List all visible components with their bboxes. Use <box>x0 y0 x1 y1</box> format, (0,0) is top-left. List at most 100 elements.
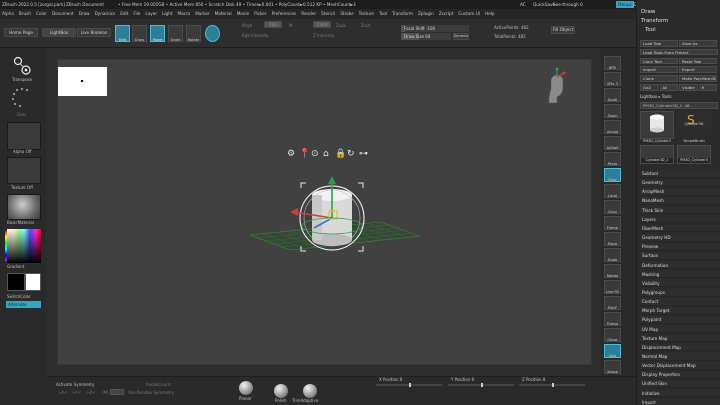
tool-paste-tool-button[interactable]: Paste Tool <box>679 57 717 65</box>
focal-shift-slider[interactable]: Focal Shift -100 <box>401 25 469 32</box>
symmetry-y-toggle[interactable]: >Y< <box>72 390 81 395</box>
activate-symmetry-button[interactable]: Activate Symmetry <box>56 382 94 387</box>
tool-all-button[interactable]: All <box>659 84 678 91</box>
switch-color-button[interactable]: SwitchColor <box>7 294 31 299</box>
subpalette-fibermesh[interactable]: FiberMesh <box>640 224 720 233</box>
tool-frame-button[interactable]: Frame <box>604 216 621 230</box>
tool-line-fill-button[interactable]: Line Fill <box>604 280 621 294</box>
subpalette-displacement-map[interactable]: Displacement Map <box>640 343 720 352</box>
tool-clone-button[interactable]: Clone <box>640 75 678 82</box>
tool-bpr-button[interactable]: BPR <box>604 56 621 70</box>
live-boolean-button[interactable]: Live Boolean <box>77 28 111 37</box>
tool-solo-button[interactable]: Solo <box>604 344 621 358</box>
subpalette-surface[interactable]: Surface <box>640 252 720 260</box>
main-color-swatch[interactable] <box>7 273 25 291</box>
subpalette-vector-displacement-map[interactable]: Vector Displacement Map <box>640 362 720 370</box>
zsub-toggle[interactable]: Zsub <box>336 23 346 28</box>
edit-mode-button[interactable]: Edit <box>115 25 130 42</box>
tool-floor-button[interactable]: Floor <box>604 168 621 182</box>
transpose-brush-icon[interactable] <box>11 55 33 77</box>
tool-move-button[interactable]: Move <box>604 232 621 246</box>
texture-slot[interactable] <box>7 157 41 184</box>
tool-ghost-button[interactable]: Ghost <box>604 328 621 342</box>
tool-copy-tool-button[interactable]: Copy Tool <box>640 57 678 65</box>
subpalette-geometry[interactable]: Geometry <box>640 179 720 187</box>
menu-document[interactable]: Document <box>52 11 74 16</box>
menu-alpha[interactable]: Alpha <box>2 11 14 16</box>
subpalette-uv-map[interactable]: UV Map <box>640 325 720 334</box>
alternate-button[interactable]: Alternate <box>6 301 41 308</box>
tool-scroll-button[interactable]: Scroll <box>604 88 621 102</box>
tool-rotate-button[interactable]: Rotate <box>604 264 621 278</box>
dynamic-button[interactable]: Dynamic <box>453 33 469 40</box>
y-position-track[interactable] <box>448 383 514 387</box>
menu-picker[interactable]: Picker <box>254 11 266 16</box>
menu-material[interactable]: Material <box>215 11 232 16</box>
tool-xpose-button[interactable]: Xpose <box>604 360 621 374</box>
home-page-button[interactable]: Home Page <box>4 28 38 37</box>
move-mode-button[interactable]: Move <box>150 25 165 42</box>
menu-zscript[interactable]: Zscript <box>439 11 454 16</box>
quicksave-button[interactable]: QuickSave <box>533 0 555 9</box>
subpalette-masking[interactable]: Masking <box>640 270 720 279</box>
rgb-intensity-slider[interactable]: Rgb Intensity <box>242 33 269 38</box>
tool-persp-button[interactable]: Persp <box>604 152 621 166</box>
menu-light[interactable]: Light <box>162 11 172 16</box>
tool-load-tool-button[interactable]: Load Tool <box>640 40 678 47</box>
subpalette-thick-skin[interactable]: Thick Skin <box>640 206 720 215</box>
tool-transp-button[interactable]: Transp <box>604 312 621 326</box>
tool-actual-button[interactable]: Actual <box>604 120 621 134</box>
lightbox-tools-button[interactable]: Lightbox ▸ Tools <box>640 94 710 99</box>
use-posable-symmetry-button[interactable]: Use Posable Symmetry <box>128 390 174 395</box>
tool-export-button[interactable]: Export <box>679 66 717 73</box>
menu-render[interactable]: Render <box>301 11 316 16</box>
tool-scale-button[interactable]: Scale <box>604 248 621 262</box>
y-position-slider[interactable]: Y Position 8 <box>451 377 474 382</box>
subpalette-deformation[interactable]: Deformation <box>640 261 720 270</box>
subpalette-unified-skin[interactable]: Unified Skin <box>640 380 720 389</box>
tool-zoom-button[interactable]: Zoom <box>604 104 621 118</box>
mrgb-toggle[interactable]: Mrgb <box>242 23 252 28</box>
subpalette-polygroups[interactable]: Polygroups <box>640 288 720 297</box>
menu-help[interactable]: Help <box>485 11 495 16</box>
menu-stroke[interactable]: Stroke <box>340 11 353 16</box>
tool-save-as-button[interactable]: Save As <box>679 40 717 47</box>
subpalette-texture-map[interactable]: Texture Map <box>640 334 720 343</box>
draw-mode-button[interactable]: Draw <box>132 25 147 42</box>
menu-tool[interactable]: Tool <box>379 11 387 16</box>
subpalette-initialize[interactable]: Initialize <box>640 389 720 398</box>
tool-visible-button[interactable]: Visible <box>679 84 698 91</box>
material-polish-swatch[interactable] <box>274 384 288 398</box>
hue-strip[interactable] <box>5 231 7 261</box>
tool-thumb-cylinder[interactable] <box>640 111 674 139</box>
scene-viewport[interactable] <box>58 60 593 366</box>
alpha-slot[interactable] <box>7 122 41 150</box>
rotate-mode-button[interactable]: Rotate <box>186 25 201 42</box>
dots-stroke-icon[interactable] <box>9 86 35 110</box>
subpalette-morph-target[interactable]: Morph Target <box>640 307 720 315</box>
z-intensity-slider[interactable]: Z Intensity <box>313 33 334 38</box>
gizmo-toggle-button[interactable] <box>205 25 220 42</box>
menu-draw[interactable]: Draw <box>79 11 90 16</box>
symmetry-z-toggle[interactable]: >Z< <box>86 390 95 395</box>
menus-button[interactable]: Menus <box>616 1 634 8</box>
menu-color[interactable]: Color <box>36 11 47 16</box>
tool-spix-3-button[interactable]: SPix 3 <box>604 72 621 86</box>
menu-transform[interactable]: Transform <box>392 11 413 16</box>
menu-zplugin[interactable]: Zplugin <box>418 11 434 16</box>
x-position-track[interactable] <box>376 383 442 387</box>
subpalette-geometry-hd[interactable]: Geometry HD <box>640 234 720 242</box>
menu-brush[interactable]: Brush <box>19 11 31 16</box>
menu-custom-ui[interactable]: Custom UI <box>458 11 480 16</box>
radial-count-slider[interactable]: RadialCount <box>146 382 170 387</box>
tool-load-tools-from-project-button[interactable]: Load Tools From Project <box>640 48 718 56</box>
subpalette-visibility[interactable]: Visibility <box>640 279 720 288</box>
tool-import-button[interactable]: Import <box>640 66 678 73</box>
menu-texture[interactable]: Texture <box>359 11 374 16</box>
zadd-toggle[interactable]: Zadd <box>313 21 331 28</box>
subpalette-subtool[interactable]: Subtool <box>640 170 720 178</box>
r-toggle[interactable] <box>110 389 124 395</box>
material-planar-swatch[interactable] <box>239 381 253 395</box>
tool-gxyz-button[interactable]: Gxyz <box>604 200 621 214</box>
zcut-toggle[interactable]: Zcut <box>361 23 370 28</box>
